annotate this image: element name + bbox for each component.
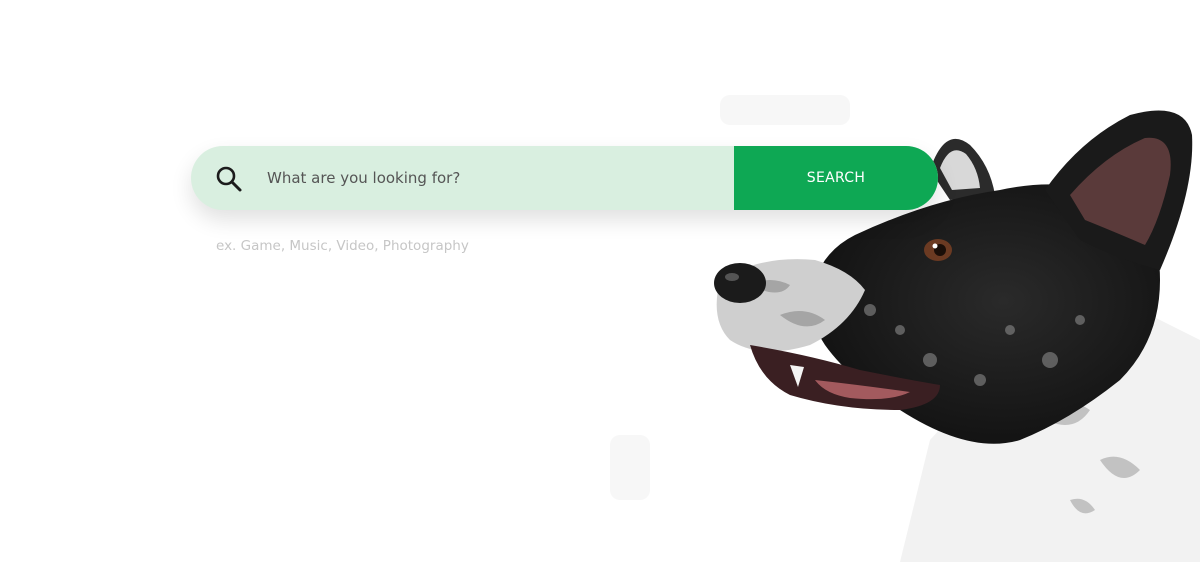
search-input[interactable] xyxy=(255,146,725,210)
search-button[interactable]: SEARCH xyxy=(734,146,938,210)
search-hint: ex. Game, Music, Video, Photography xyxy=(216,238,469,254)
search-icon[interactable] xyxy=(215,165,243,193)
search-bar: SEARCH xyxy=(191,146,938,210)
dog-nose xyxy=(714,263,766,303)
